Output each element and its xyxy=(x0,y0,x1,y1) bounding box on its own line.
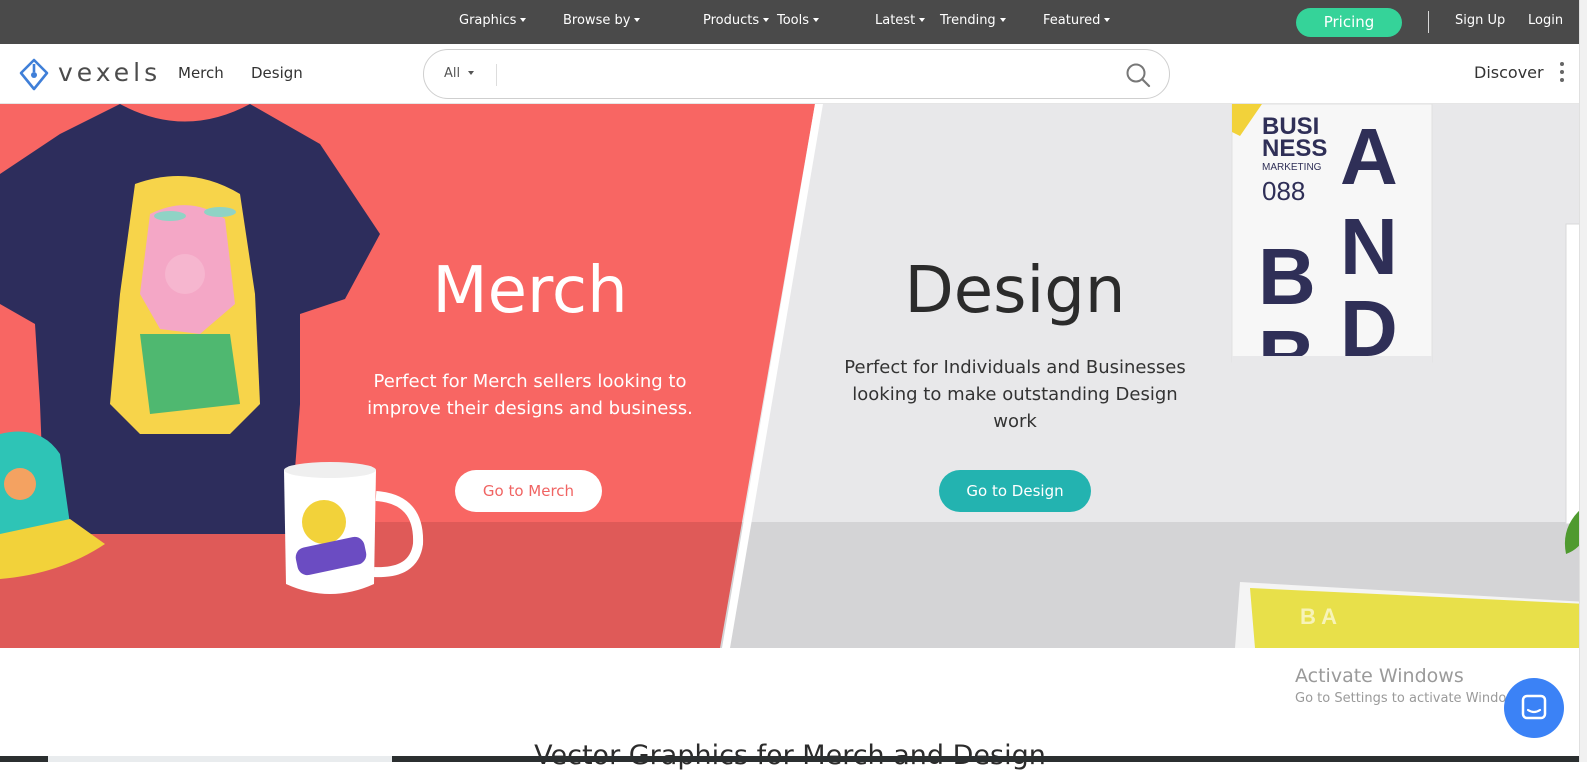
menu-graphics-label: Graphics xyxy=(459,13,517,28)
chat-icon xyxy=(1521,694,1547,720)
chat-button[interactable] xyxy=(1504,678,1564,738)
design-title: Design xyxy=(904,254,1126,328)
search-bar: All xyxy=(423,49,1170,99)
caret-down-icon xyxy=(1104,17,1111,22)
more-options-icon[interactable] xyxy=(1560,62,1564,84)
go-to-design-button[interactable]: Go to Design xyxy=(939,470,1091,512)
signup-link[interactable]: Sign Up xyxy=(1455,13,1505,28)
header-link-merch[interactable]: Merch xyxy=(178,64,224,82)
bottom-strip xyxy=(0,756,1587,762)
activate-windows-watermark: Activate Windows Go to Settings to activ… xyxy=(1295,665,1528,706)
svg-text:B A: B A xyxy=(1300,604,1337,629)
vexels-logo[interactable]: vexels xyxy=(18,56,168,92)
menu-tools[interactable]: Tools xyxy=(777,13,820,28)
search-category-select[interactable]: All xyxy=(444,66,475,81)
svg-text:088: 088 xyxy=(1262,176,1305,206)
menu-browse-by[interactable]: Browse by xyxy=(563,13,641,28)
menu-trending-label: Trending xyxy=(940,13,996,28)
svg-text:N: N xyxy=(1340,202,1398,291)
top-menu: Graphics Browse by Products Tools Latest… xyxy=(0,0,1120,44)
hero-banner: BUSI NESS MARKETING 088 A B N D B B A Me… xyxy=(0,104,1587,648)
activate-windows-title: Activate Windows xyxy=(1295,665,1464,687)
svg-text:A: A xyxy=(1340,112,1398,201)
menu-products[interactable]: Products xyxy=(703,13,770,28)
header-link-design[interactable]: Design xyxy=(251,64,303,82)
caret-down-icon xyxy=(919,17,926,22)
caret-down-icon xyxy=(813,17,820,22)
svg-text:B: B xyxy=(1258,232,1316,321)
top-navbar: Graphics Browse by Products Tools Latest… xyxy=(0,0,1587,44)
merch-title: Merch xyxy=(432,254,628,328)
caret-down-icon xyxy=(634,17,641,22)
vexels-logo-icon xyxy=(19,58,49,91)
svg-text:NESS: NESS xyxy=(1262,135,1327,162)
business-poster: BUSI NESS MARKETING 088 A B N D B xyxy=(1231,104,1433,416)
logo-text: vexels xyxy=(58,58,162,87)
page-scrollbar[interactable] xyxy=(1579,0,1587,762)
caret-down-icon xyxy=(763,17,770,22)
caret-down-icon xyxy=(999,17,1006,22)
discover-menu[interactable]: Discover xyxy=(1474,63,1544,82)
activate-windows-subtitle: Go to Settings to activate Windows. xyxy=(1295,691,1528,706)
hero-background: BUSI NESS MARKETING 088 A B N D B B A xyxy=(0,104,1587,648)
menu-graphics[interactable]: Graphics xyxy=(459,13,527,28)
menu-featured-label: Featured xyxy=(1043,13,1101,28)
nav-divider xyxy=(1428,11,1429,33)
caret-down-icon xyxy=(468,70,475,75)
svg-text:MARKETING: MARKETING xyxy=(1262,162,1322,173)
bottom-strip-light xyxy=(48,756,392,762)
pricing-button[interactable]: Pricing xyxy=(1296,8,1402,37)
menu-featured[interactable]: Featured xyxy=(1043,13,1111,28)
menu-products-label: Products xyxy=(703,13,760,28)
main-header: vexels Merch Design All Discover xyxy=(0,44,1587,104)
search-category-label: All xyxy=(444,66,461,81)
menu-latest-label: Latest xyxy=(875,13,916,28)
menu-tools-label: Tools xyxy=(777,13,810,28)
search-divider xyxy=(496,64,497,86)
design-subtitle: Perfect for Individuals and Businesses l… xyxy=(844,357,1186,432)
merch-subtitle: Perfect for Merch sellers looking to imp… xyxy=(367,371,693,419)
caret-down-icon xyxy=(520,17,527,22)
search-input[interactable] xyxy=(506,60,1106,90)
menu-latest[interactable]: Latest xyxy=(875,13,926,28)
go-to-merch-button[interactable]: Go to Merch xyxy=(455,470,602,512)
login-link[interactable]: Login xyxy=(1528,13,1563,28)
menu-browse-by-label: Browse by xyxy=(563,13,631,28)
search-icon[interactable] xyxy=(1125,62,1151,88)
menu-trending[interactable]: Trending xyxy=(940,13,1006,28)
